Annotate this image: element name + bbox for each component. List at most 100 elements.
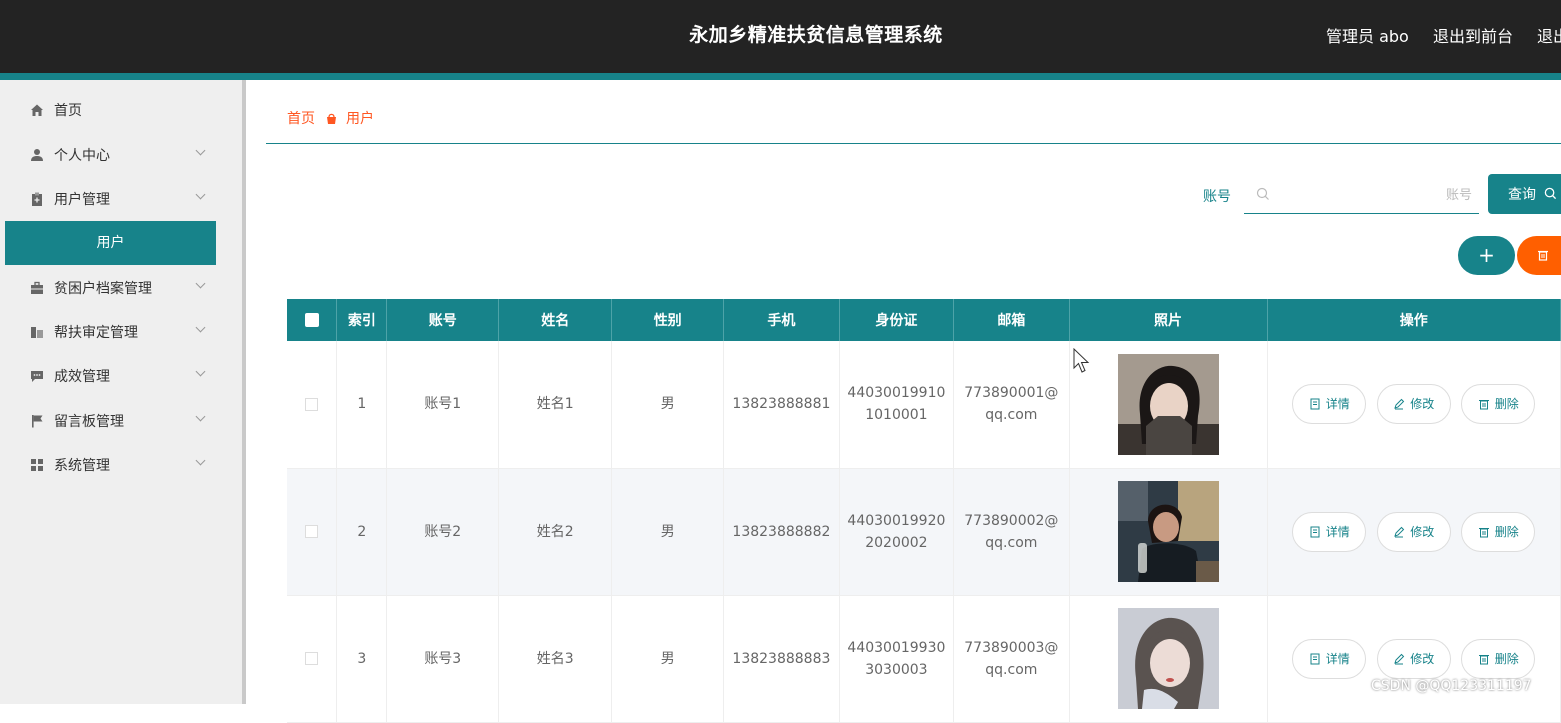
cell-photo	[1069, 595, 1268, 723]
sidebar-item-label: 个人中心	[54, 148, 110, 164]
cell-gender: 男	[611, 595, 725, 723]
sidebar-item-user-management[interactable]: 用户管理	[0, 177, 232, 221]
breadcrumb-home[interactable]: 首页	[287, 108, 315, 128]
add-button[interactable]: +	[1458, 236, 1515, 275]
search-label: 账号	[1203, 189, 1231, 205]
delete-button[interactable]: 删除	[1461, 384, 1536, 425]
email-part: 773890002@	[964, 512, 1059, 529]
detail-button[interactable]: 详情	[1292, 511, 1367, 552]
sidebar-item-personal-center[interactable]: 个人中心	[0, 133, 232, 177]
column-header: 索引	[336, 299, 388, 341]
users-table: 索引 账号 姓名 性别 手机 身份证 邮箱 照片 操作 1 账号1 姓名1 男 …	[287, 299, 1561, 723]
sidebar-item-message-board[interactable]: 留言板管理	[0, 399, 232, 443]
breadcrumb: 首页 用户	[287, 108, 374, 128]
column-header: 账号	[386, 299, 500, 341]
app-title: 永加乡精准扶贫信息管理系统	[689, 24, 943, 46]
row-checkbox[interactable]	[305, 525, 319, 538]
cell-actions: 详情 修改 删除	[1267, 341, 1561, 469]
person-icon	[30, 148, 44, 162]
edit-button[interactable]: 修改	[1376, 638, 1451, 679]
admin-user-link[interactable]: 管理员 abo	[1326, 23, 1409, 47]
pencil-icon	[1394, 653, 1405, 664]
logout-link[interactable]: 退出	[1537, 23, 1561, 47]
cell-account: 账号3	[386, 595, 500, 723]
column-header: 操作	[1267, 299, 1561, 341]
detail-label: 详情	[1325, 524, 1350, 539]
delete-button[interactable]: 删除	[1461, 511, 1536, 552]
sidebar-item-label: 用户管理	[54, 192, 110, 208]
cell-name: 姓名2	[498, 468, 613, 596]
sidebar-item-system-management[interactable]: 系统管理	[0, 443, 232, 487]
clipboard-icon	[30, 192, 44, 206]
id-part: 44030019910	[847, 385, 946, 402]
search-icon	[1256, 187, 1270, 205]
document-icon	[1310, 398, 1320, 410]
top-header: 永加乡精准扶贫信息管理系统 管理员 abo 退出到前台 退出	[0, 0, 1561, 73]
cell-actions: 详情 修改 删除	[1267, 595, 1561, 723]
row-checkbox[interactable]	[305, 652, 319, 665]
user-photo	[1117, 608, 1219, 709]
cell-id-card: 44030019920 2020002	[839, 468, 955, 596]
search-input[interactable]	[1272, 183, 1472, 205]
exit-to-front-link[interactable]: 退出到前台	[1433, 23, 1513, 47]
id-part: 3030003	[865, 661, 928, 678]
detail-button[interactable]: 详情	[1292, 384, 1367, 425]
edit-button[interactable]: 修改	[1376, 511, 1451, 552]
column-header: 姓名	[498, 299, 613, 341]
email-part: 773890003@	[964, 639, 1059, 656]
cell-gender: 男	[611, 468, 725, 596]
cell-account: 账号1	[386, 341, 500, 469]
cell-index: 1	[336, 341, 388, 469]
sidebar-subitem-users[interactable]: 用户	[5, 221, 216, 265]
chevron-down-icon	[195, 189, 206, 200]
trash-icon	[1478, 654, 1489, 664]
chevron-down-icon	[195, 278, 206, 289]
select-all-header[interactable]	[287, 299, 338, 341]
delete-button[interactable]: 删除	[1461, 638, 1536, 679]
cell-phone: 13823888881	[723, 341, 840, 469]
cell-id-card: 44030019930 3030003	[839, 595, 955, 723]
select-all-checkbox[interactable]	[304, 313, 319, 327]
detail-label: 详情	[1325, 651, 1350, 666]
query-button[interactable]: 查询	[1488, 174, 1561, 214]
email-part: 773890001@	[964, 385, 1059, 402]
row-checkbox[interactable]	[305, 397, 319, 411]
query-button-label: 查询	[1508, 186, 1536, 202]
edit-button[interactable]: 修改	[1376, 384, 1451, 425]
sidebar-item-label: 贫困户档案管理	[54, 281, 152, 297]
sidebar-item-assistance-review[interactable]: 帮扶审定管理	[0, 310, 232, 354]
comment-icon	[30, 369, 44, 383]
sidebar-item-poor-household-archives[interactable]: 贫困户档案管理	[0, 266, 232, 310]
trash-icon	[1478, 400, 1489, 410]
sidebar-item-home[interactable]: 首页	[0, 88, 232, 132]
briefcase-icon	[30, 281, 44, 295]
column-header: 邮箱	[953, 299, 1070, 341]
cell-email: 773890002@ qq.com	[953, 468, 1070, 596]
cell-actions: 详情 修改 删除	[1267, 468, 1561, 596]
chevron-down-icon	[195, 366, 206, 377]
edit-label: 修改	[1410, 397, 1435, 412]
sidebar-item-results-management[interactable]: 成效管理	[0, 354, 232, 398]
delete-label: 删除	[1494, 397, 1519, 412]
chevron-down-icon	[195, 455, 206, 466]
cell-account: 账号2	[386, 468, 500, 596]
table-row: 2 账号2 姓名2 男 13823888882 44030019920 20200…	[287, 468, 1561, 596]
watermark: CSDN @QQ123311197	[1371, 678, 1532, 694]
sidebar-item-label: 系统管理	[54, 458, 110, 474]
detail-label: 详情	[1325, 397, 1350, 412]
cell-phone: 13823888883	[723, 595, 840, 723]
sidebar-divider	[242, 80, 246, 704]
breadcrumb-divider	[266, 143, 1561, 144]
id-part: 1010001	[865, 407, 928, 424]
detail-button[interactable]: 详情	[1292, 638, 1367, 679]
edit-label: 修改	[1410, 651, 1435, 666]
search-icon	[1544, 187, 1556, 200]
trash-icon	[1478, 527, 1489, 537]
column-header: 身份证	[839, 299, 955, 341]
column-header: 手机	[723, 299, 840, 341]
document-icon	[1310, 653, 1320, 664]
column-header: 照片	[1069, 299, 1268, 341]
cell-email: 773890003@ qq.com	[953, 595, 1070, 723]
batch-delete-button[interactable]	[1517, 236, 1561, 275]
trash-icon	[1538, 250, 1548, 261]
